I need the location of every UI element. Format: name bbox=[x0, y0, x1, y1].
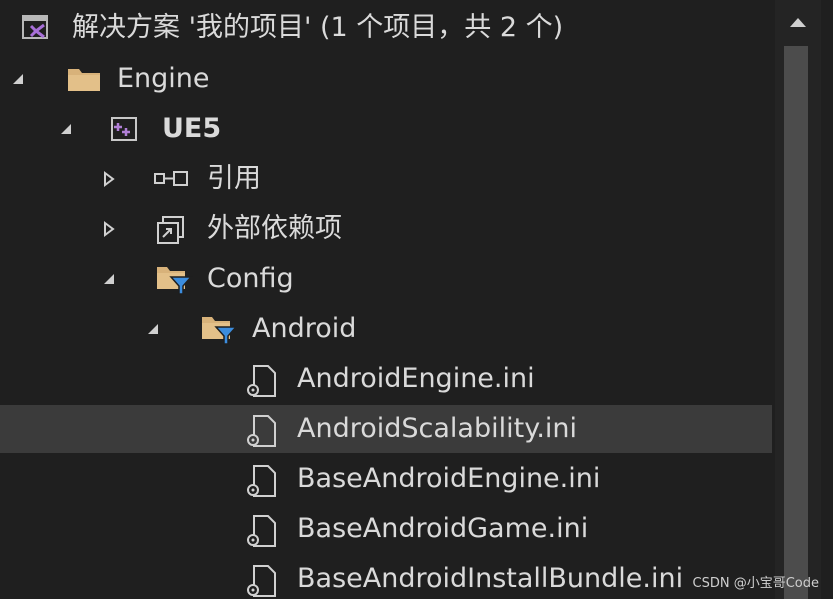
android-label: Android bbox=[252, 313, 357, 344]
references-icon bbox=[152, 169, 196, 189]
filter-folder-icon bbox=[200, 313, 240, 347]
settings-file-icon bbox=[244, 413, 280, 449]
settings-file-icon bbox=[244, 363, 280, 399]
settings-file-icon bbox=[244, 463, 280, 499]
expanded-arrow-icon[interactable] bbox=[10, 71, 26, 87]
settings-file-icon bbox=[244, 563, 280, 599]
solution-explorer: 解决方案 '我的项目' (1 个项目，共 2 个) Engine UE5 引用 … bbox=[0, 0, 833, 599]
scroll-up-arrow-icon[interactable] bbox=[775, 0, 821, 44]
filter-folder-icon bbox=[155, 263, 195, 297]
file-label: BaseAndroidInstallBundle.ini bbox=[297, 563, 684, 594]
collapsed-arrow-icon[interactable] bbox=[101, 221, 117, 237]
tree-item-file[interactable]: BaseAndroidInstallBundle.ini bbox=[0, 555, 772, 599]
ue5-label: UE5 bbox=[162, 113, 222, 144]
config-label: Config bbox=[207, 263, 294, 294]
external-dependencies-label: 外部依赖项 bbox=[207, 213, 342, 244]
collapsed-arrow-icon[interactable] bbox=[101, 171, 117, 187]
tree-item-engine[interactable]: Engine bbox=[0, 55, 772, 103]
tree-item-android[interactable]: Android bbox=[0, 305, 772, 353]
expanded-arrow-icon[interactable] bbox=[101, 271, 117, 287]
tree-item-file[interactable]: BaseAndroidGame.ini bbox=[0, 505, 772, 553]
expanded-arrow-icon[interactable] bbox=[58, 121, 74, 137]
folder-icon bbox=[66, 65, 102, 93]
visual-studio-solution-icon bbox=[22, 15, 50, 41]
tree-item-external-dependencies[interactable]: 外部依赖项 bbox=[0, 205, 772, 253]
solution-label: 解决方案 '我的项目' (1 个项目，共 2 个) bbox=[72, 12, 564, 43]
engine-label: Engine bbox=[117, 63, 210, 94]
settings-file-icon bbox=[244, 513, 280, 549]
file-label: AndroidEngine.ini bbox=[297, 363, 535, 394]
tree-item-references[interactable]: 引用 bbox=[0, 155, 772, 203]
vertical-scrollbar[interactable] bbox=[775, 0, 821, 599]
expanded-arrow-icon[interactable] bbox=[145, 321, 161, 337]
external-dependencies-icon bbox=[155, 215, 187, 245]
scrollbar-thumb[interactable] bbox=[784, 46, 808, 599]
tree-item-file-selected[interactable]: AndroidScalability.ini bbox=[0, 405, 772, 453]
tree-item-file[interactable]: AndroidEngine.ini bbox=[0, 355, 772, 403]
references-label: 引用 bbox=[207, 163, 261, 194]
tree-item-file[interactable]: BaseAndroidEngine.ini bbox=[0, 455, 772, 503]
cpp-project-icon bbox=[110, 115, 140, 143]
file-label: BaseAndroidEngine.ini bbox=[297, 463, 601, 494]
tree-item-config[interactable]: Config bbox=[0, 255, 772, 303]
tree-item-ue5[interactable]: UE5 bbox=[0, 105, 772, 153]
watermark: CSDN @小宝哥Code bbox=[692, 576, 819, 591]
solution-row[interactable]: 解决方案 '我的项目' (1 个项目，共 2 个) bbox=[0, 4, 772, 52]
file-label: AndroidScalability.ini bbox=[297, 413, 578, 444]
file-label: BaseAndroidGame.ini bbox=[297, 513, 589, 544]
